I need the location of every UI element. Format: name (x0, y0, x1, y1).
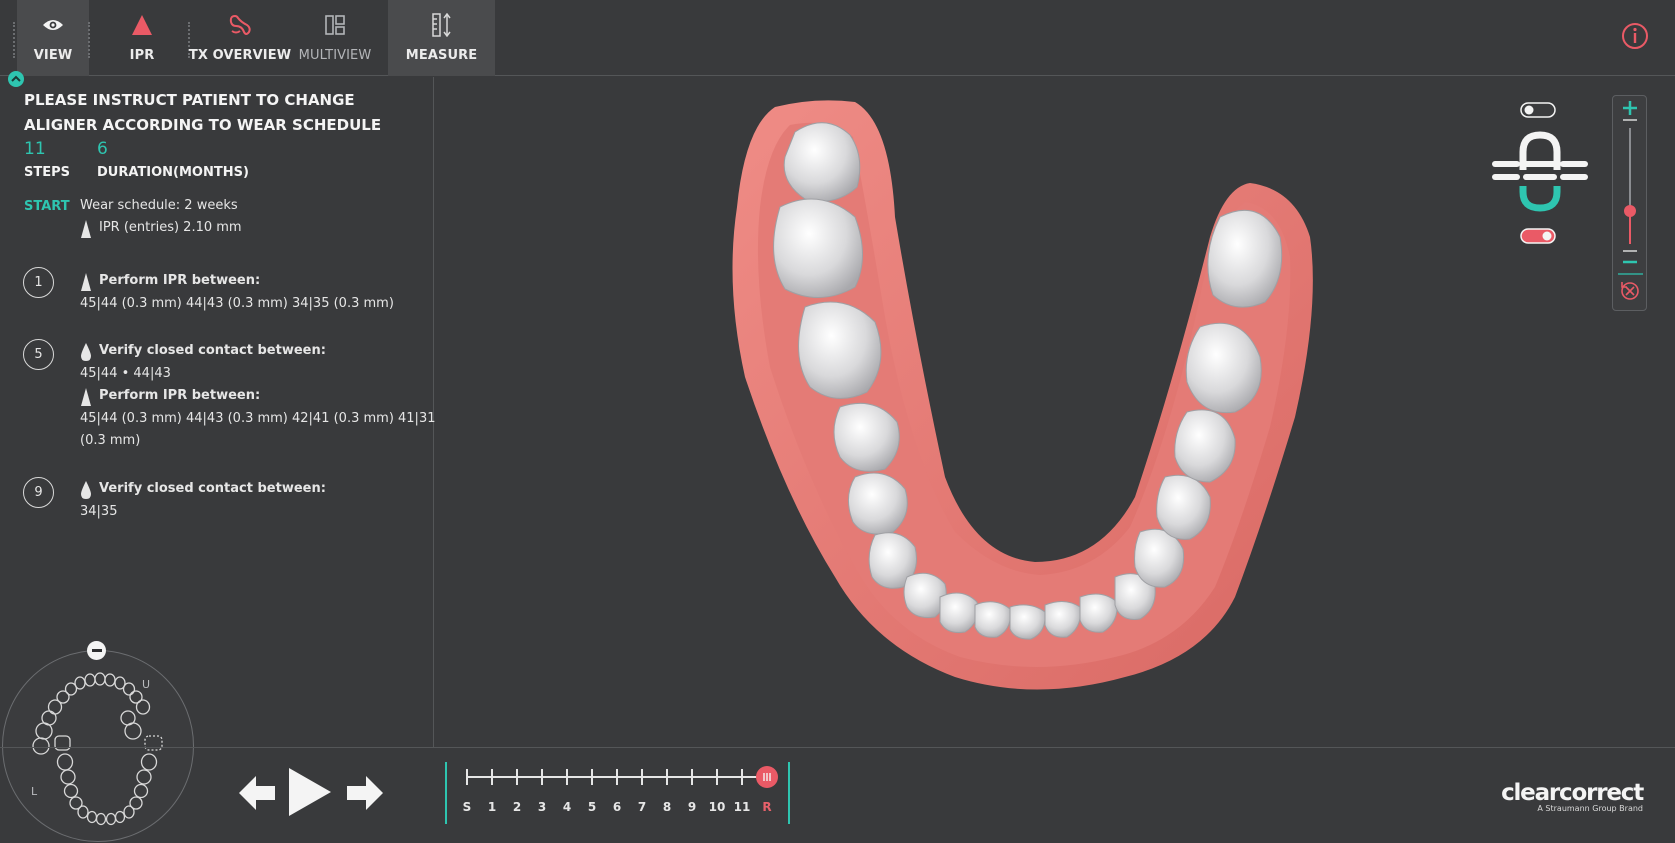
timeline-tick[interactable] (691, 769, 693, 785)
timeline-step-label[interactable]: 4 (557, 800, 577, 814)
steps-value: 11 (24, 139, 46, 159)
step-5-detail-2b: (0.3 mm) (80, 433, 141, 448)
app-window: VIEW IPR TX OVERVIEW MULTIVIEW MEASURE P… (0, 0, 1675, 843)
reset-view-icon[interactable] (1621, 282, 1639, 300)
3d-model-viewport[interactable] (435, 77, 1675, 747)
zoom-control (1612, 95, 1647, 311)
ipr-icon (81, 273, 91, 291)
timeline-step-label[interactable]: 11 (732, 800, 752, 814)
tool-measure-label: MEASURE (405, 48, 478, 63)
top-toolbar: VIEW IPR TX OVERVIEW MULTIVIEW MEASURE (0, 0, 1675, 76)
step-timeline[interactable]: S 1 2 3 4 5 6 7 8 9 10 11 R (445, 762, 791, 824)
lower-jaw-toggle[interactable] (1520, 228, 1556, 244)
tool-measure[interactable]: MEASURE (388, 0, 495, 76)
step-marker-5: 5 (23, 339, 54, 370)
multiview-icon (324, 12, 346, 38)
start-label: START (24, 199, 70, 214)
timeline-step-label[interactable]: 6 (607, 800, 627, 814)
ipr-icon (81, 220, 91, 238)
lower-jaw-model (732, 100, 1313, 690)
timeline-step-label[interactable]: 1 (482, 800, 502, 814)
measure-icon (431, 12, 453, 38)
timeline-step-label[interactable]: 2 (507, 800, 527, 814)
ipr-triangle-icon (131, 12, 153, 38)
jaw-selector-icon[interactable] (1490, 130, 1590, 215)
step-1-title: Perform IPR between: (99, 273, 261, 288)
step-5-detail-1: 45|44 • 44|43 (80, 366, 171, 381)
tool-ipr-label: IPR (129, 48, 155, 63)
zoom-in-button[interactable] (1623, 101, 1637, 115)
tool-view-label: VIEW (33, 48, 73, 63)
timeline-tick[interactable] (616, 769, 618, 785)
timeline-tick[interactable] (641, 769, 643, 785)
zoom-slider-handle[interactable] (1624, 205, 1636, 217)
timeline-tick[interactable] (566, 769, 568, 785)
brand-name: clearcorrect (1501, 780, 1644, 806)
ipr-entries-text: IPR (entries) 2.10 mm (99, 220, 242, 235)
eye-icon (42, 12, 64, 38)
step-marker-9: 9 (23, 477, 54, 508)
timeline-step-label[interactable]: 10 (707, 800, 727, 814)
tool-tx-overview[interactable]: TX OVERVIEW (188, 0, 292, 76)
instruction-headline: PLEASE INSTRUCT PATIENT TO CHANGE ALIGNE… (24, 91, 382, 134)
arch-collapse-button[interactable] (87, 641, 106, 660)
timeline-tick[interactable] (591, 769, 593, 785)
duration-label: DURATION(MONTHS) (97, 165, 249, 180)
chevron-up-icon (11, 75, 21, 82)
step-marker-1: 1 (23, 267, 54, 298)
step-5-title-1: Verify closed contact between: (99, 343, 326, 358)
duration-value: 6 (97, 139, 108, 159)
wear-schedule-text: Wear schedule: 2 weeks (80, 198, 238, 213)
brand-logo: clearcorrect A Straumann Group Brand (1501, 780, 1644, 813)
timeline-tick[interactable] (666, 769, 668, 785)
previous-step-button[interactable] (239, 776, 275, 810)
step-1-detail: 45|44 (0.3 mm) 44|43 (0.3 mm) 34|35 (0.3… (80, 296, 394, 311)
upper-arch-label: U (142, 678, 151, 691)
ipr-icon (81, 388, 91, 406)
timeline-tick[interactable] (466, 769, 468, 785)
step-5-title-2: Perform IPR between: (99, 388, 261, 403)
tool-tx-overview-label: TX OVERVIEW (188, 48, 292, 63)
timeline-tick[interactable] (716, 769, 718, 785)
step-9-detail: 34|35 (80, 504, 118, 519)
timeline-tick[interactable] (541, 769, 543, 785)
tx-overview-icon (228, 12, 252, 38)
tool-ipr[interactable]: IPR (106, 0, 178, 76)
contact-drop-icon (81, 481, 91, 499)
steps-label: STEPS (24, 165, 71, 180)
info-icon[interactable] (1621, 22, 1649, 50)
timeline-tick[interactable] (516, 769, 518, 785)
timeline-step-label[interactable]: 5 (582, 800, 602, 814)
timeline-step-label[interactable]: R (757, 800, 777, 814)
play-button[interactable] (287, 766, 333, 818)
timeline-step-label[interactable]: 3 (532, 800, 552, 814)
collapse-panel-button[interactable] (8, 71, 24, 87)
upper-jaw-toggle[interactable] (1520, 102, 1556, 118)
tool-view[interactable]: VIEW (17, 0, 89, 76)
timeline-tick[interactable] (491, 769, 493, 785)
contact-drop-icon (81, 343, 91, 361)
timeline-step-label[interactable]: 7 (632, 800, 652, 814)
instructions-panel: PLEASE INSTRUCT PATIENT TO CHANGE ALIGNE… (0, 71, 436, 747)
next-step-button[interactable] (347, 776, 383, 810)
timeline-handle[interactable] (756, 766, 778, 788)
step-9-title: Verify closed contact between: (99, 481, 326, 496)
step-5-detail-2: 45|44 (0.3 mm) 44|43 (0.3 mm) 42|41 (0.3… (80, 411, 436, 426)
tool-multiview[interactable]: MULTIVIEW (294, 0, 376, 76)
timeline-step-label[interactable]: S (457, 800, 477, 814)
timeline-step-label[interactable]: 9 (682, 800, 702, 814)
timeline-tick[interactable] (741, 769, 743, 785)
grip-icon (763, 773, 771, 781)
timeline-step-label[interactable]: 8 (657, 800, 677, 814)
tool-multiview-label: MULTIVIEW (298, 48, 372, 63)
